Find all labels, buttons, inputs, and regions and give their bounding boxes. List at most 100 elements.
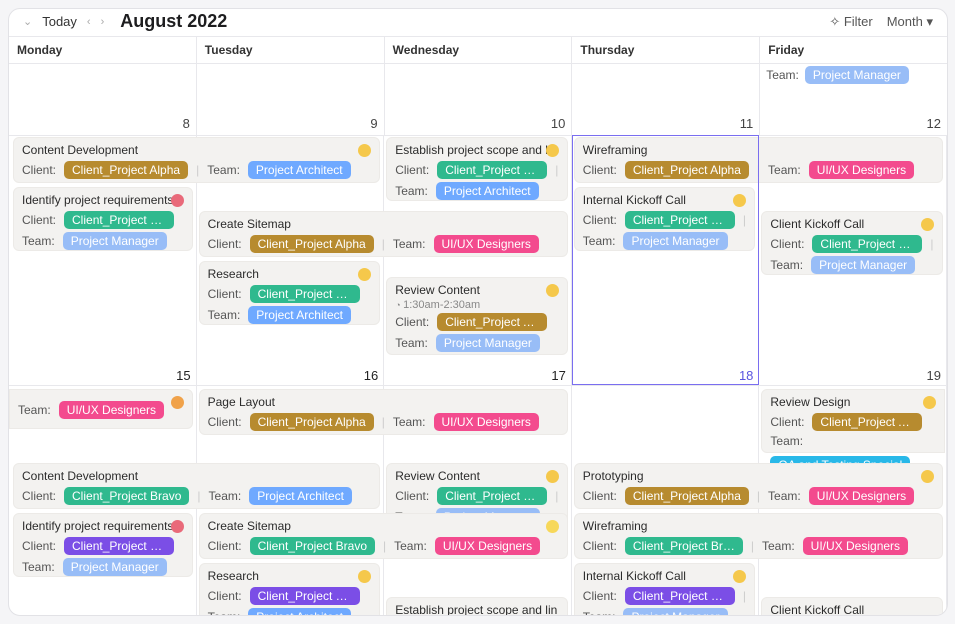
- chevron-right-icon[interactable]: ›: [101, 16, 105, 28]
- event-internal-kickoff-charlie[interactable]: Internal Kickoff Call Client:Client_Proj…: [574, 563, 756, 616]
- day-cell-12[interactable]: 12 Team: Project Manager: [760, 63, 947, 135]
- date-num: 18: [739, 368, 753, 383]
- event-review-design[interactable]: Review Design Client:Client_Project Al… …: [761, 389, 945, 453]
- date-num: 10: [551, 116, 565, 131]
- client-chip: Client_Project C…: [625, 587, 735, 605]
- team-chip: Project Architect: [249, 487, 352, 505]
- status-badge: [546, 144, 559, 157]
- today-button[interactable]: Today: [42, 14, 77, 29]
- day-header: Monday: [9, 36, 197, 63]
- client-chip: Client_Project Alpha: [64, 161, 188, 179]
- team-chip: UI/UX Designers: [435, 537, 540, 555]
- client-chip: Client_Project Al…: [812, 413, 922, 431]
- team-chip: Project Manager: [436, 334, 540, 352]
- week1-events: 19 18 17 16 15 Content Development Clien…: [9, 135, 947, 385]
- client-chip: Client_Project Alpha: [250, 413, 374, 431]
- team-chip: Project Manager: [623, 608, 727, 616]
- view-select[interactable]: Month ▾: [887, 14, 933, 30]
- day-header-row: Monday Tuesday Wednesday Thursday Friday: [9, 36, 947, 63]
- event-establish-scope-charlie[interactable]: Establish project scope and lin Client:C…: [386, 597, 568, 616]
- event-time: 1:30am-2:30am: [395, 299, 559, 311]
- team-chip: Project Architect: [248, 608, 351, 616]
- team-chip: Project Manager: [63, 232, 167, 250]
- client-chip: Client_Project Br…: [625, 537, 743, 555]
- day-col-selected: [572, 135, 760, 385]
- week-row-top: 8 9 10 11 12 Team: Project Manager: [9, 63, 947, 135]
- day-cell-9[interactable]: 9: [197, 63, 385, 135]
- team-chip: UI/UX Designers: [809, 487, 914, 505]
- event-title: Content Development: [22, 143, 371, 157]
- status-badge: [171, 194, 184, 207]
- client-chip: Client_Project Alpha: [250, 235, 374, 253]
- team-chip: UI/UX Designers: [809, 161, 914, 179]
- day-header: Tuesday: [197, 36, 385, 63]
- status-badge: [546, 520, 559, 533]
- client-chip: Client_Project C…: [64, 537, 174, 555]
- status-badge: [546, 470, 559, 483]
- status-badge: [921, 218, 934, 231]
- client-chip: Client_Project Br…: [437, 161, 547, 179]
- day-cell-10[interactable]: 10: [385, 63, 573, 135]
- event-wireframing-bravo[interactable]: Wireframing Client: Client_Project Br… |…: [574, 513, 943, 559]
- status-badge: [923, 396, 936, 409]
- day-cell-8[interactable]: 8: [9, 63, 197, 135]
- client-chip: Client_Project Br…: [437, 487, 547, 505]
- filter-button[interactable]: ✧ Filter: [829, 14, 872, 30]
- event-research-charlie[interactable]: Research Client:Client_Project C… Team:P…: [199, 563, 381, 616]
- event-content-development[interactable]: Content Development Client: Client_Proje…: [13, 137, 380, 183]
- team-chip: Project Manager: [63, 558, 167, 576]
- date-num: 12: [927, 116, 941, 131]
- event-client-kickoff-charlie[interactable]: Client Kickoff Call Client:Client_Projec…: [761, 597, 943, 616]
- team-chip: Project Architect: [248, 161, 351, 179]
- client-chip: Client_Project Br…: [812, 235, 922, 253]
- team-chip: UI/UX Designers: [59, 401, 164, 419]
- client-chip: Client_Project C…: [250, 587, 360, 605]
- event-create-sitemap-bravo[interactable]: Create Sitemap Client: Client_Project Br…: [199, 513, 568, 559]
- topbar: ⌄ Today ‹ › August 2022 ✧ Filter Month ▾: [9, 9, 947, 36]
- date-num: 9: [370, 116, 377, 131]
- event-client-kickoff[interactable]: Client Kickoff Call Client:Client_Projec…: [761, 211, 943, 275]
- event-review-content[interactable]: Review Content 1:30am-2:30am Client:Clie…: [386, 277, 568, 355]
- client-chip: Client_Project Bravo: [64, 487, 189, 505]
- status-badge: [921, 470, 934, 483]
- client-chip: Client_Project Al…: [437, 313, 547, 331]
- status-badge: [546, 284, 559, 297]
- day-header: Thursday: [572, 36, 760, 63]
- event-content-dev-bravo[interactable]: Content Development Client: Client_Proje…: [13, 463, 380, 509]
- team-chip: UI/UX Designers: [803, 537, 908, 555]
- date-num: 11: [740, 116, 754, 131]
- chevron-down-icon[interactable]: ⌄: [23, 15, 32, 28]
- event-establish-scope[interactable]: Establish project scope and lin Client: …: [386, 137, 568, 201]
- day-cell-11[interactable]: 11: [572, 63, 760, 135]
- team-chip: UI/UX Designers: [434, 235, 539, 253]
- date-num: 16: [364, 368, 378, 383]
- event-fragment[interactable]: Team:UI/UX Designers: [9, 389, 193, 429]
- date-num: 19: [927, 368, 941, 383]
- event-page-layout[interactable]: Page Layout Client: Client_Project Alpha…: [199, 389, 568, 435]
- client-chip: Client_Project Bravo: [250, 537, 375, 555]
- chevron-left-icon[interactable]: ‹: [87, 16, 91, 28]
- team-chip: Project Manager: [805, 66, 909, 84]
- event-identify-req[interactable]: Identify project requirements Client:Cli…: [13, 187, 193, 251]
- event-prototyping[interactable]: Prototyping Client: Client_Project Alpha…: [574, 463, 943, 509]
- day-header: Friday: [760, 36, 947, 63]
- team-chip: Project Manager: [811, 256, 915, 274]
- date-num: 8: [183, 116, 190, 131]
- date-num: 17: [551, 368, 565, 383]
- event-research[interactable]: Research Client:Client_Project Br… Team:…: [199, 261, 381, 325]
- event-create-sitemap[interactable]: Create Sitemap Client: Client_Project Al…: [199, 211, 568, 257]
- calendar-app: ⌄ Today ‹ › August 2022 ✧ Filter Month ▾…: [8, 8, 948, 616]
- client-chip: Client_Project Br…: [250, 285, 360, 303]
- team-label: Team:: [766, 68, 799, 82]
- week2-events: Team:UI/UX Designers Page Layout Client:…: [9, 385, 947, 616]
- event-identify-req-charlie[interactable]: Identify project requirements Client:Cli…: [13, 513, 193, 577]
- team-chip: Project Architect: [436, 182, 539, 200]
- team-chip: Project Architect: [248, 306, 351, 324]
- date-num: 15: [176, 368, 190, 383]
- client-chip: Client_Project Br…: [64, 211, 174, 229]
- month-title: August 2022: [120, 11, 227, 32]
- day-header: Wednesday: [385, 36, 573, 63]
- client-chip: Client_Project Alpha: [625, 487, 749, 505]
- status-badge: [171, 520, 184, 533]
- team-chip: UI/UX Designers: [434, 413, 539, 431]
